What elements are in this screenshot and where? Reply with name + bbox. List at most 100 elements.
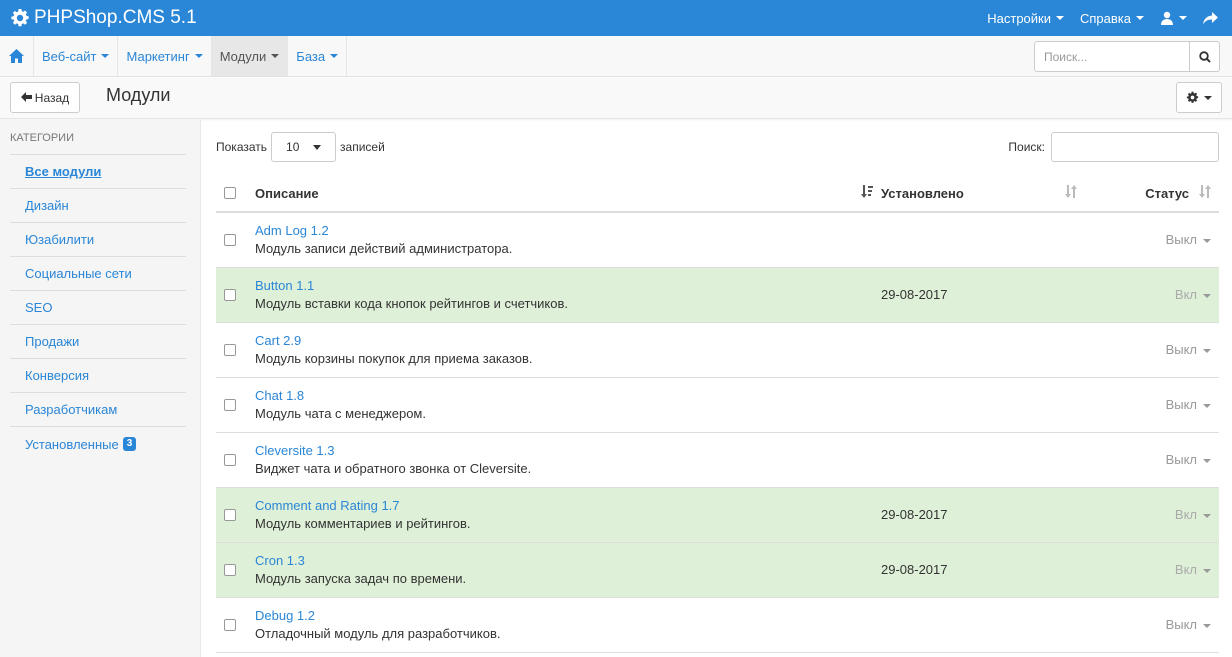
description-cell: Debug 1.2 Отладочный модуль для разработч… bbox=[255, 597, 881, 653]
status-cell: Вкл bbox=[1081, 542, 1219, 598]
modules-table: Описание Установлено Статус Adm Log 1.2 … bbox=[216, 175, 1219, 653]
row-checkbox[interactable] bbox=[224, 233, 236, 246]
table-row: Adm Log 1.2 Модуль записи действий админи… bbox=[216, 212, 1219, 268]
status-dropdown[interactable]: Выкл bbox=[1166, 232, 1211, 247]
row-checkbox[interactable] bbox=[224, 563, 236, 576]
home-icon bbox=[9, 49, 24, 63]
filter-label: Поиск: bbox=[1008, 140, 1045, 154]
settings-menu[interactable]: Настройки bbox=[979, 11, 1072, 26]
nav-marketing[interactable]: Маркетинг bbox=[118, 36, 212, 76]
home-button[interactable] bbox=[0, 36, 34, 76]
nav-modules[interactable]: Модули bbox=[211, 36, 289, 76]
chevron-down-icon bbox=[330, 54, 339, 58]
table-row: Cart 2.9 Модуль корзины покупок для прием… bbox=[216, 322, 1219, 378]
settings-dropdown-button[interactable] bbox=[1176, 82, 1222, 113]
sidebar-item-conversion[interactable]: Конверсия bbox=[10, 359, 186, 393]
user-menu[interactable] bbox=[1152, 11, 1195, 25]
back-button-label: Назад bbox=[34, 90, 70, 105]
table-row: Comment and Rating 1.7 Модуль комментарие… bbox=[216, 487, 1219, 543]
sort-icon bbox=[1065, 185, 1077, 201]
sort-icon bbox=[1199, 185, 1211, 201]
help-menu[interactable]: Справка bbox=[1072, 11, 1152, 26]
module-name-link[interactable]: Cart 2.9 bbox=[255, 333, 881, 348]
chevron-down-icon bbox=[1056, 16, 1064, 20]
status-dropdown[interactable]: Вкл bbox=[1175, 287, 1211, 302]
help-menu-label: Справка bbox=[1080, 10, 1131, 26]
chevron-down-icon bbox=[1203, 568, 1211, 573]
page-toolbar: Назад Модули bbox=[0, 77, 1232, 119]
nav-marketing-label: Маркетинг bbox=[126, 48, 190, 64]
table-row: Button 1.1 Модуль вставки кода кнопок рей… bbox=[216, 267, 1219, 323]
exit-button[interactable] bbox=[1195, 11, 1232, 25]
status-cell: Выкл bbox=[1081, 322, 1219, 378]
row-checkbox-cell bbox=[216, 267, 255, 323]
sidebar-item-usability[interactable]: Юзабилити bbox=[10, 223, 186, 257]
status-dropdown[interactable]: Вкл bbox=[1175, 507, 1211, 522]
row-checkbox[interactable] bbox=[224, 453, 236, 466]
sidebar-item-social[interactable]: Социальные сети bbox=[10, 257, 186, 291]
table-row: Cron 1.3 Модуль запуска задач по времени.… bbox=[216, 542, 1219, 598]
status-dropdown[interactable]: Выкл bbox=[1166, 617, 1211, 632]
sidebar-item-seo[interactable]: SEO bbox=[10, 291, 186, 325]
module-name-link[interactable]: Button 1.1 bbox=[255, 278, 881, 293]
row-checkbox-cell bbox=[216, 487, 255, 543]
filter-input[interactable] bbox=[1051, 132, 1219, 162]
sidebar-item-installed[interactable]: Установленные 3 bbox=[10, 427, 186, 461]
sidebar-item-label: Юзабилити bbox=[25, 232, 95, 247]
search-input[interactable] bbox=[1034, 41, 1190, 72]
sidebar-item-label: Все модули bbox=[25, 164, 102, 179]
column-installed[interactable]: Установлено bbox=[881, 175, 1081, 213]
sidebar-item-label: Продажи bbox=[25, 334, 80, 349]
status-dropdown[interactable]: Выкл bbox=[1166, 452, 1211, 467]
module-name-link[interactable]: Chat 1.8 bbox=[255, 388, 881, 403]
page-length-select[interactable]: 10 bbox=[271, 132, 337, 162]
module-name-link[interactable]: Debug 1.2 bbox=[255, 608, 881, 623]
search-icon bbox=[1198, 50, 1211, 63]
description-cell: Cleversite 1.3 Виджет чата и обратного зв… bbox=[255, 432, 881, 488]
sidebar-title: КАТЕГОРИИ bbox=[10, 132, 74, 144]
table-filter: Поиск: bbox=[1008, 132, 1219, 162]
status-cell: Вкл bbox=[1081, 487, 1219, 543]
column-installed-label: Установлено bbox=[881, 185, 964, 201]
row-checkbox[interactable] bbox=[224, 398, 236, 411]
row-checkbox[interactable] bbox=[224, 288, 236, 301]
row-checkbox[interactable] bbox=[224, 343, 236, 356]
sidebar-item-design[interactable]: Дизайн bbox=[10, 189, 186, 223]
module-name-link[interactable]: Comment and Rating 1.7 bbox=[255, 498, 881, 513]
chevron-down-icon bbox=[1203, 293, 1211, 298]
status-dropdown[interactable]: Выкл bbox=[1166, 342, 1211, 357]
chevron-down-icon bbox=[194, 54, 203, 58]
sidebar-item-sales[interactable]: Продажи bbox=[10, 325, 186, 359]
category-sidebar: КАТЕГОРИИ Все модули Дизайн Юзабилити Со… bbox=[0, 120, 201, 657]
back-button[interactable]: Назад bbox=[10, 82, 80, 113]
module-name-link[interactable]: Adm Log 1.2 bbox=[255, 223, 881, 238]
module-name-link[interactable]: Cleversite 1.3 bbox=[255, 443, 881, 458]
chevron-down-icon bbox=[313, 144, 322, 150]
user-icon bbox=[1161, 11, 1173, 25]
sidebar-item-all-modules[interactable]: Все модули bbox=[10, 155, 186, 189]
status-label: Выкл bbox=[1165, 617, 1197, 632]
status-dropdown[interactable]: Выкл bbox=[1166, 397, 1211, 412]
settings-menu-label: Настройки bbox=[987, 10, 1051, 26]
page-length-value: 10 bbox=[286, 140, 300, 154]
nav-website-label: Веб-сайт bbox=[42, 48, 97, 64]
row-checkbox[interactable] bbox=[224, 618, 236, 631]
share-icon bbox=[1203, 11, 1218, 24]
nav-database[interactable]: База bbox=[288, 36, 348, 76]
column-description[interactable]: Описание bbox=[255, 175, 881, 213]
nav-website[interactable]: Веб-сайт bbox=[34, 36, 119, 76]
chevron-down-icon bbox=[1203, 623, 1211, 628]
module-name-link[interactable]: Cron 1.3 bbox=[255, 553, 881, 568]
column-status[interactable]: Статус bbox=[1081, 175, 1219, 213]
installed-date bbox=[881, 432, 1081, 488]
sidebar-item-developers[interactable]: Разработчикам bbox=[10, 393, 186, 427]
page-title: Модули bbox=[106, 85, 171, 105]
select-all-checkbox[interactable] bbox=[224, 187, 236, 199]
description-cell: Button 1.1 Модуль вставки кода кнопок рей… bbox=[255, 267, 881, 323]
row-checkbox-cell bbox=[216, 542, 255, 598]
description-cell: Chat 1.8 Модуль чата с менеджером. bbox=[255, 377, 881, 433]
row-checkbox[interactable] bbox=[224, 508, 236, 521]
status-dropdown[interactable]: Вкл bbox=[1175, 562, 1211, 577]
search-button[interactable] bbox=[1190, 41, 1220, 72]
brand[interactable]: PHPShop.CMS 5.1 bbox=[10, 0, 197, 36]
